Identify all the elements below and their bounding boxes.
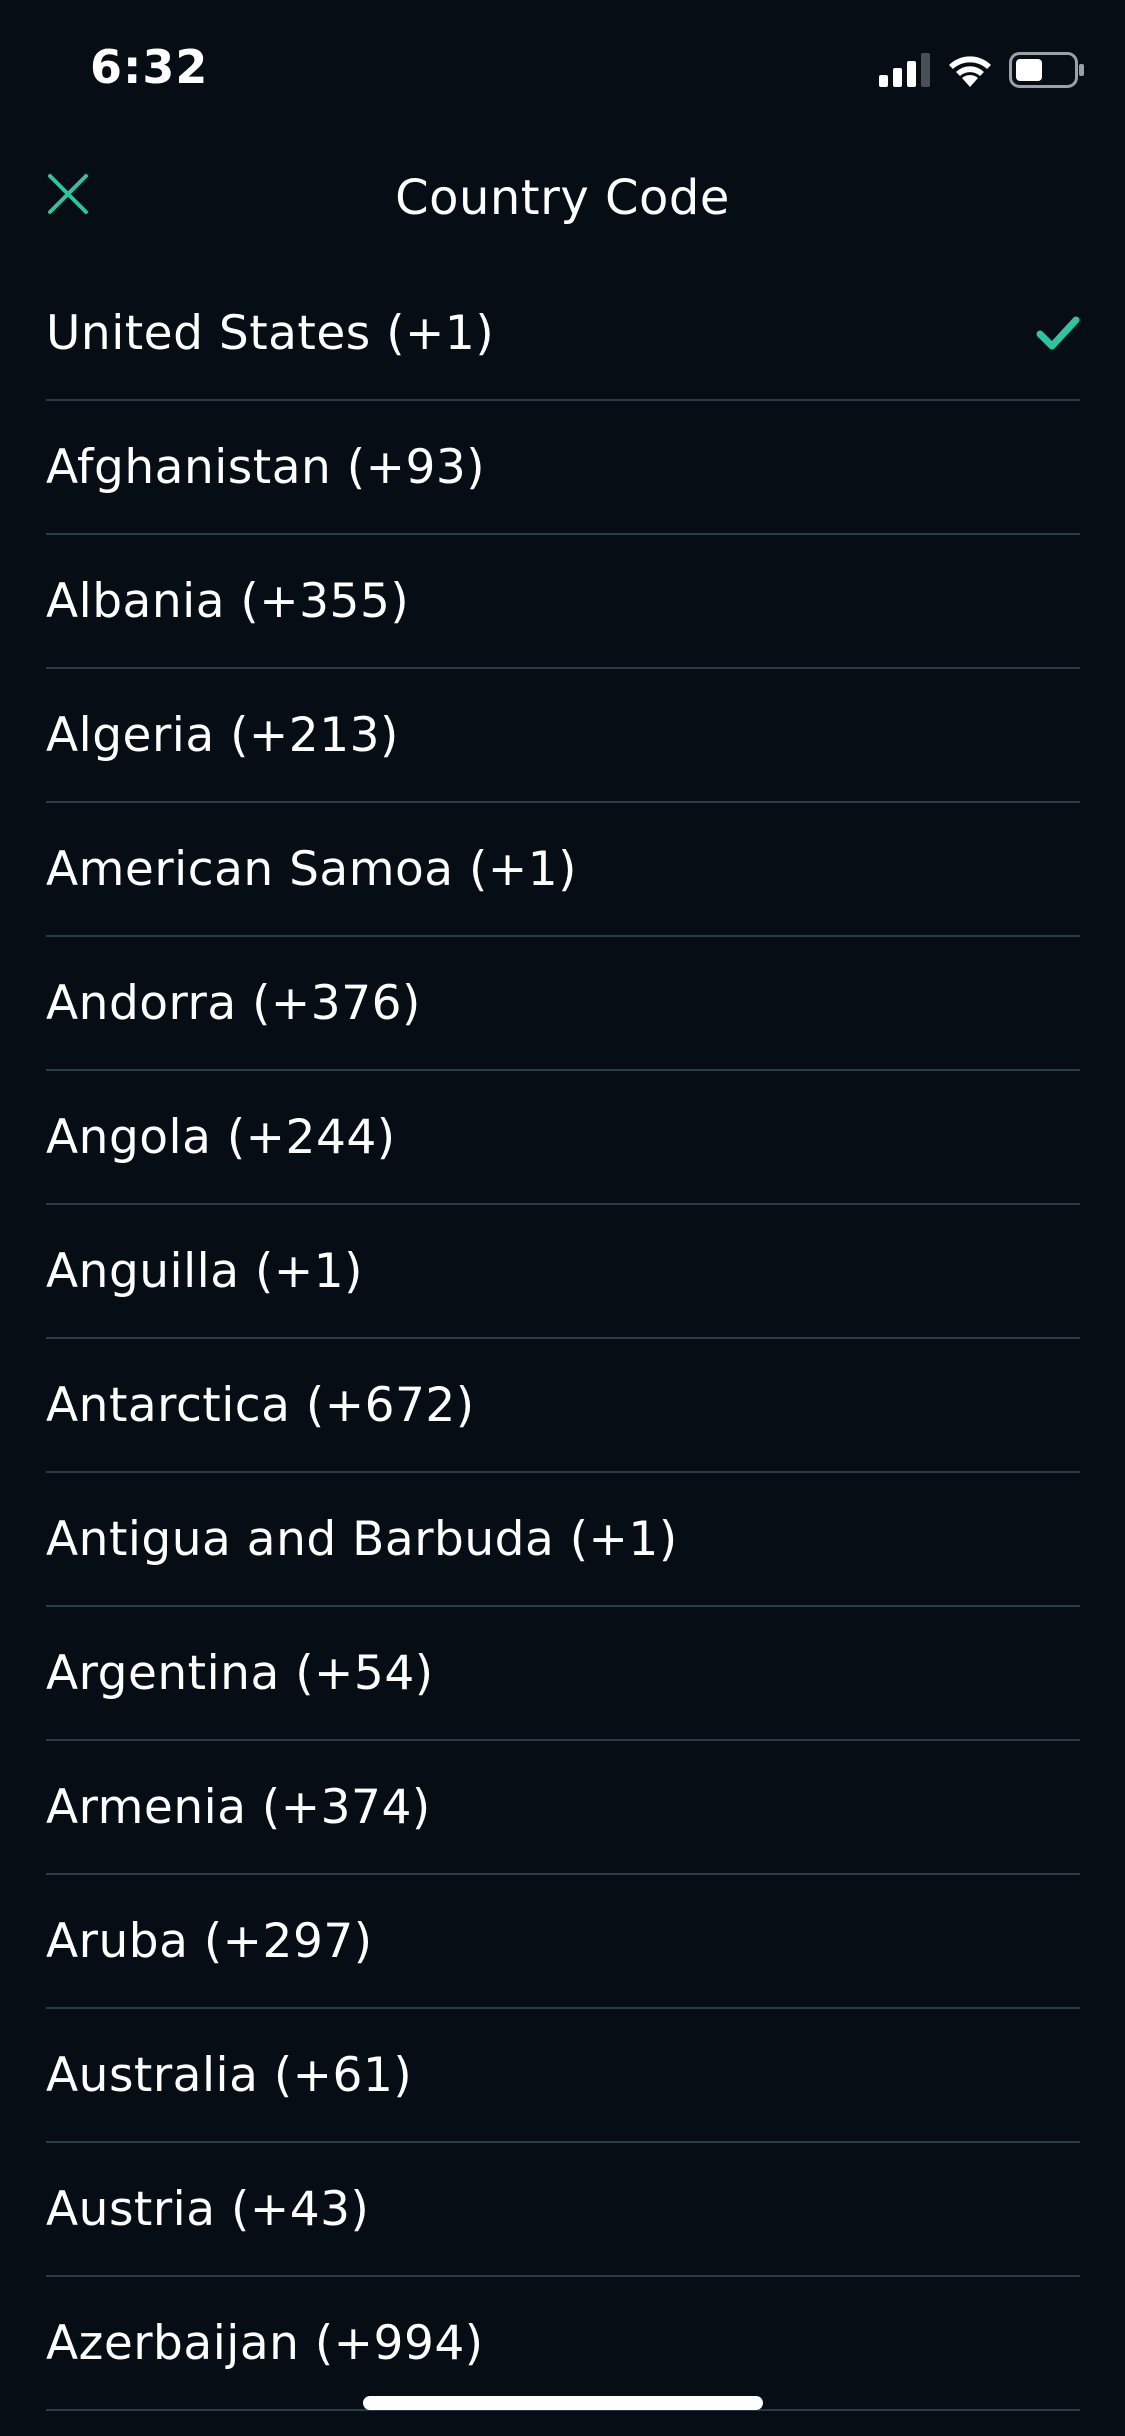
- country-row-australia[interactable]: Australia (+61): [46, 2009, 1080, 2143]
- country-label: Aruba (+297): [46, 1913, 373, 1969]
- country-row-united-states[interactable]: United States (+1): [46, 267, 1080, 401]
- country-row-austria[interactable]: Austria (+43): [46, 2143, 1080, 2277]
- country-row-antarctica[interactable]: Antarctica (+672): [46, 1339, 1080, 1473]
- country-label: Anguilla (+1): [46, 1243, 363, 1299]
- status-icons: [879, 50, 1085, 90]
- country-label: Antigua and Barbuda (+1): [46, 1511, 678, 1567]
- page-title: Country Code: [395, 170, 730, 226]
- country-row-american-samoa[interactable]: American Samoa (+1): [46, 803, 1080, 937]
- country-row-antigua-and-barbuda[interactable]: Antigua and Barbuda (+1): [46, 1473, 1080, 1607]
- country-row-aruba[interactable]: Aruba (+297): [46, 1875, 1080, 2009]
- country-label: Argentina (+54): [46, 1645, 434, 1701]
- country-label: Azerbaijan (+994): [46, 2315, 484, 2371]
- status-bar: 6:32: [0, 0, 1125, 140]
- country-label: Albania (+355): [46, 573, 410, 629]
- country-label: Andorra (+376): [46, 975, 421, 1031]
- country-row-argentina[interactable]: Argentina (+54): [46, 1607, 1080, 1741]
- country-row-afghanistan[interactable]: Afghanistan (+93): [46, 401, 1080, 535]
- country-label: Algeria (+213): [46, 707, 399, 763]
- status-time: 6:32: [90, 40, 209, 94]
- country-row-albania[interactable]: Albania (+355): [46, 535, 1080, 669]
- country-row-azerbaijan[interactable]: Azerbaijan (+994): [46, 2277, 1080, 2411]
- country-row-anguilla[interactable]: Anguilla (+1): [46, 1205, 1080, 1339]
- country-row-andorra[interactable]: Andorra (+376): [46, 937, 1080, 1071]
- cellular-signal-icon: [879, 53, 931, 87]
- country-label: Antarctica (+672): [46, 1377, 475, 1433]
- country-row-armenia[interactable]: Armenia (+374): [46, 1741, 1080, 1875]
- country-row-angola[interactable]: Angola (+244): [46, 1071, 1080, 1205]
- country-label: United States (+1): [46, 305, 495, 361]
- country-label: Angola (+244): [46, 1109, 396, 1165]
- checkmark-icon: [1036, 311, 1080, 355]
- country-label: Armenia (+374): [46, 1779, 431, 1835]
- home-indicator[interactable]: [363, 2396, 763, 2410]
- country-label: Afghanistan (+93): [46, 439, 486, 495]
- country-label: Austria (+43): [46, 2181, 370, 2237]
- country-label: Australia (+61): [46, 2047, 413, 2103]
- country-label: American Samoa (+1): [46, 841, 577, 897]
- nav-bar: Country Code: [0, 140, 1125, 260]
- country-list: United States (+1) Afghanistan (+93) Alb…: [46, 267, 1080, 2411]
- wifi-icon: [947, 53, 993, 87]
- country-row-algeria[interactable]: Algeria (+213): [46, 669, 1080, 803]
- battery-icon: [1009, 52, 1085, 88]
